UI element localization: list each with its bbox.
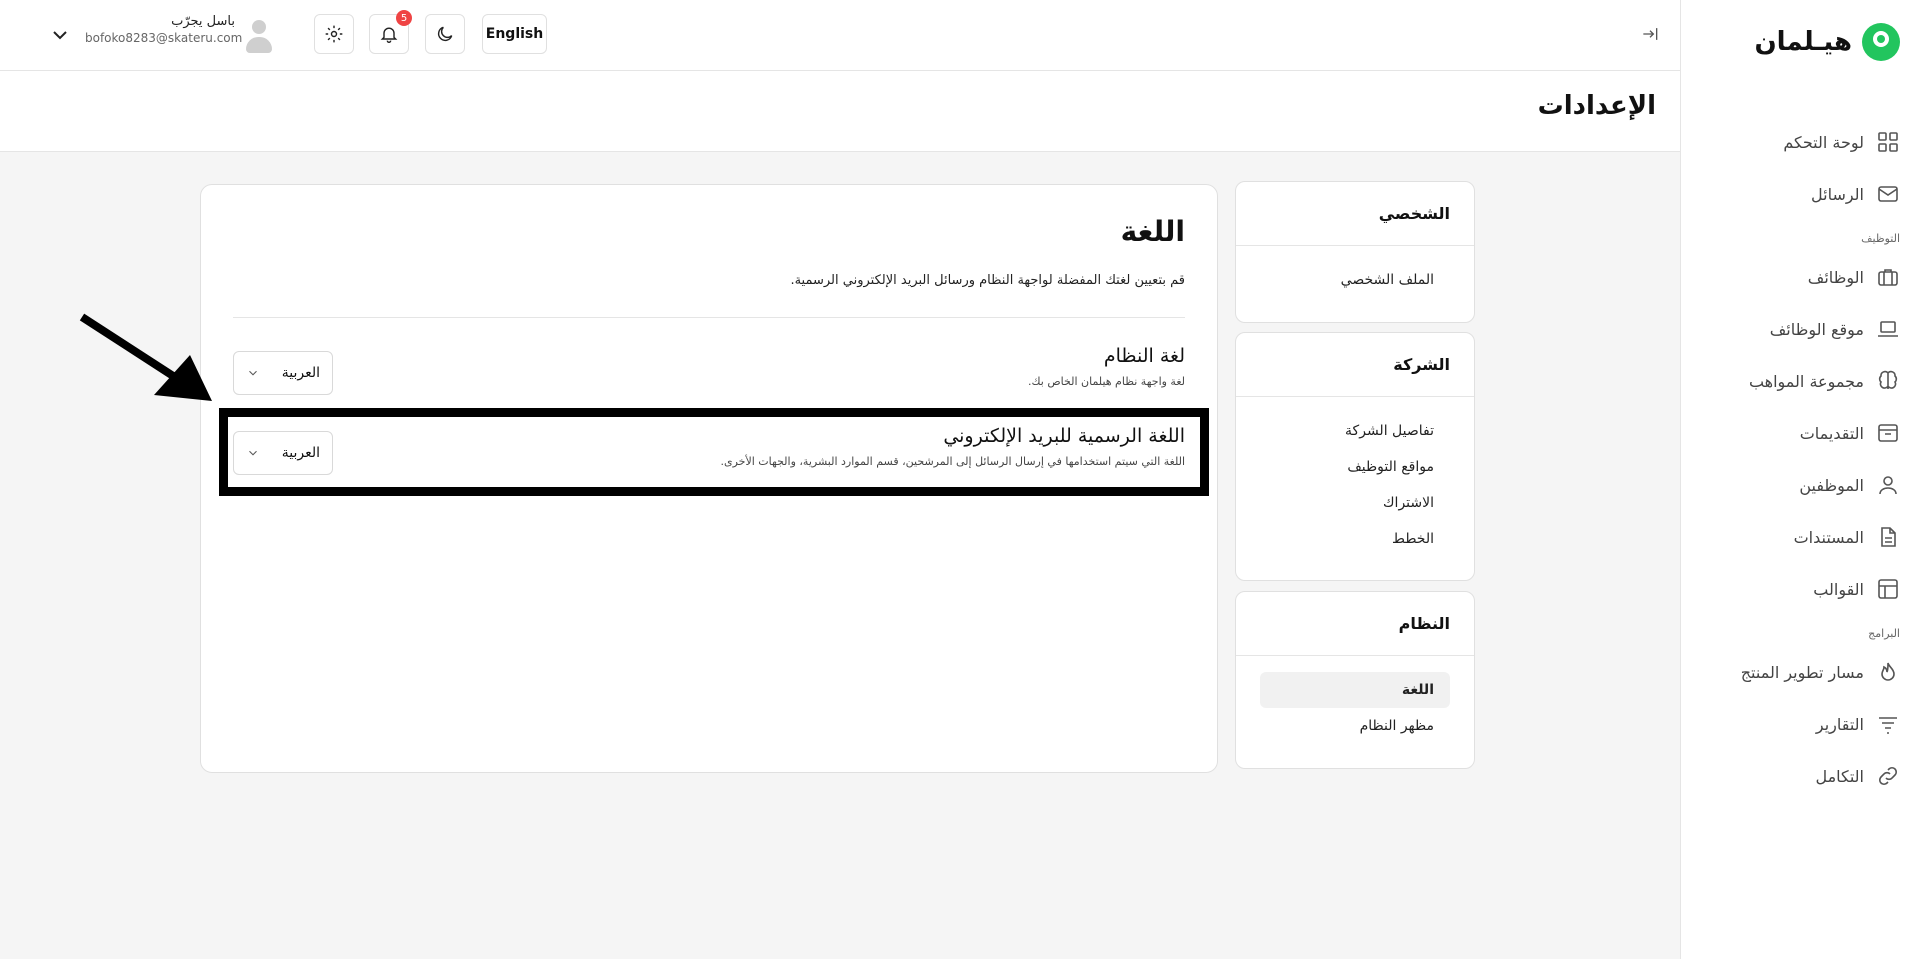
sidebar-item-label: الموظفين — [1799, 475, 1864, 495]
dashboard-icon — [1878, 132, 1898, 152]
sidebar-item-talent-pool[interactable]: مجموعة المواهب — [1681, 355, 1920, 407]
sidebar-item-dashboard[interactable]: لوحة التحكم — [1681, 116, 1920, 168]
brain-icon — [1878, 370, 1898, 389]
settings-button[interactable] — [314, 14, 354, 54]
language-switch-button[interactable]: English — [482, 14, 547, 54]
brand[interactable]: هيـلمان — [1681, 0, 1920, 68]
theme-toggle-button[interactable] — [425, 14, 465, 54]
sidebar-item-templates[interactable]: القوالب — [1681, 563, 1920, 615]
sidebar-item-messages[interactable]: الرسائل — [1681, 168, 1920, 220]
sidebar-item-label: التقديمات — [1799, 423, 1864, 443]
collapse-sidebar-icon[interactable] — [1640, 24, 1660, 44]
user-icon — [1879, 476, 1897, 495]
user-email: bofoko8283@skateru.com — [85, 31, 243, 45]
sidebar-item-label: مجموعة المواهب — [1748, 371, 1864, 391]
sidebar-item-label: المستندات — [1793, 527, 1864, 547]
sidebar-item-applications[interactable]: التقديمات — [1681, 407, 1920, 459]
mail-icon — [1878, 186, 1898, 202]
sidebar: هيـلمان لوحة التحكم الرسائل التوظيف الوظ… — [1680, 0, 1920, 959]
menu-link-appearance[interactable]: مظهر النظام — [1260, 708, 1450, 744]
email-language-row: اللغة الرسمية للبريد الإلكتروني اللغة ال… — [233, 425, 1185, 485]
system-language-row: لغة النظام لغة واجهة نظام هيلمان الخاص ب… — [233, 345, 1185, 405]
menu-link-plans[interactable]: الخطط — [1260, 521, 1450, 557]
inbox-icon — [1878, 424, 1898, 442]
menu-link-subscription[interactable]: الاشتراك — [1260, 485, 1450, 521]
laptop-icon — [1878, 321, 1898, 337]
notification-badge: 5 — [396, 10, 412, 26]
avatar[interactable] — [244, 18, 274, 54]
sidebar-item-label: مسار تطوير المنتج — [1740, 662, 1864, 682]
sidebar-item-label: التقارير — [1815, 714, 1864, 734]
select-value: العربية — [281, 365, 320, 381]
menu-link-profile[interactable]: الملف الشخصي — [1260, 262, 1450, 298]
sidebar-section-programs: البرامج — [1868, 627, 1900, 640]
sidebar-item-label: التكامل — [1815, 766, 1864, 786]
divider — [233, 317, 1185, 318]
sidebar-item-label: الرسائل — [1811, 184, 1864, 204]
link-icon — [1878, 766, 1898, 786]
chevron-down-icon — [249, 450, 257, 456]
page-header: الإعدادات — [0, 71, 1680, 152]
settings-menu-company: الشركة تفاصيل الشركة مواقع التوظيف الاشت… — [1235, 332, 1475, 581]
flame-icon — [1881, 662, 1895, 681]
menu-link-company-details[interactable]: تفاصيل الشركة — [1260, 413, 1450, 449]
menu-link-career-sites[interactable]: مواقع التوظيف — [1260, 449, 1450, 485]
page-title: الإعدادات — [1537, 91, 1656, 121]
sidebar-item-label: لوحة التحكم — [1783, 132, 1864, 152]
select-value: العربية — [281, 445, 320, 461]
section-description: قم بتعيين لغتك المفضلة لواجهة النظام ورس… — [790, 273, 1185, 288]
sidebar-item-integrations[interactable]: التكامل — [1681, 750, 1920, 802]
filter-icon — [1879, 717, 1897, 734]
bell-icon — [380, 27, 398, 43]
settings-menu-system: النظام اللغة مظهر النظام — [1235, 591, 1475, 769]
sidebar-item-product-roadmap[interactable]: مسار تطوير المنتج — [1681, 646, 1920, 698]
gear-icon — [325, 25, 343, 43]
sidebar-nav: لوحة التحكم الرسائل التوظيف الوظائف موقع… — [1681, 68, 1920, 802]
menu-section-title: النظام — [1236, 592, 1474, 656]
user-info[interactable]: باسل يجرّب bofoko8283@skateru.com — [85, 14, 243, 45]
menu-section-title: الشخصي — [1236, 182, 1474, 246]
chevron-down-icon — [249, 370, 257, 376]
moon-icon — [437, 26, 453, 42]
section-title: اللغة — [1120, 215, 1185, 248]
document-icon — [1881, 527, 1896, 547]
setting-help: اللغة التي سيتم استخدامها في إرسال الرسا… — [720, 455, 1185, 468]
sidebar-item-employees[interactable]: الموظفين — [1681, 459, 1920, 511]
briefcase-icon — [1878, 269, 1898, 286]
setting-title: لغة النظام — [1103, 345, 1185, 367]
setting-title: اللغة الرسمية للبريد الإلكتروني — [943, 425, 1185, 447]
notifications-button[interactable]: 5 — [369, 10, 412, 54]
language-settings-card: اللغة قم بتعيين لغتك المفضلة لواجهة النظ… — [200, 184, 1218, 773]
chevron-down-icon[interactable] — [48, 23, 72, 47]
settings-menu-personal: الشخصي الملف الشخصي — [1235, 181, 1475, 323]
sidebar-section-recruitment: التوظيف — [1861, 232, 1900, 245]
menu-section-title: الشركة — [1236, 333, 1474, 397]
menu-link-language[interactable]: اللغة — [1260, 672, 1450, 708]
system-language-select[interactable]: العربية — [233, 351, 333, 395]
template-icon — [1878, 579, 1898, 599]
email-language-select[interactable]: العربية — [233, 431, 333, 475]
sidebar-item-documents[interactable]: المستندات — [1681, 511, 1920, 563]
brand-name: هيـلمان — [1754, 27, 1852, 57]
sidebar-item-careers-site[interactable]: موقع الوظائف — [1681, 303, 1920, 355]
user-name: باسل يجرّب — [171, 14, 235, 29]
setting-help: لغة واجهة نظام هيلمان الخاص بك. — [1028, 375, 1185, 388]
topbar: باسل يجرّب bofoko8283@skateru.com 5 Engl… — [0, 0, 1680, 71]
sidebar-item-reports[interactable]: التقارير — [1681, 698, 1920, 750]
sidebar-item-label: القوالب — [1813, 579, 1864, 599]
brand-logo-icon — [1862, 23, 1900, 61]
sidebar-item-jobs[interactable]: الوظائف — [1681, 251, 1920, 303]
sidebar-item-label: موقع الوظائف — [1769, 319, 1864, 339]
sidebar-item-label: الوظائف — [1807, 267, 1864, 287]
